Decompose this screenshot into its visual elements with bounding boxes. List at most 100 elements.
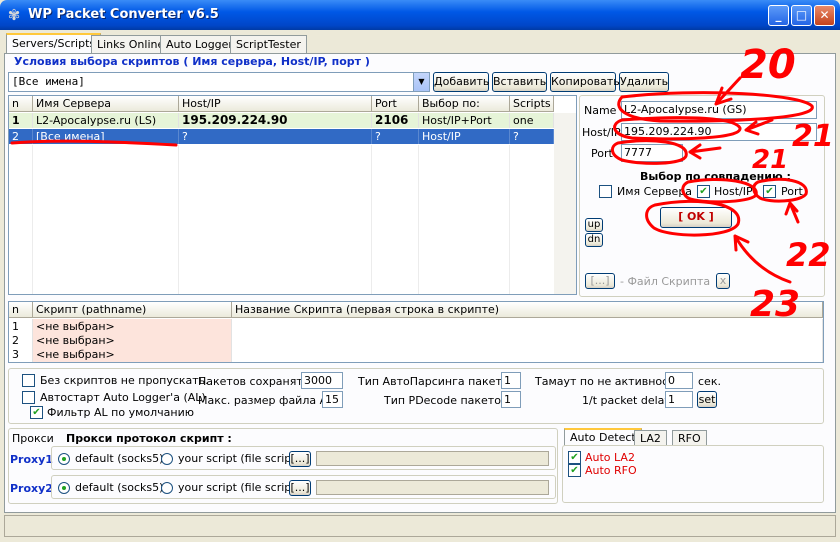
column-header-name[interactable]: Имя Сервера <box>33 96 179 112</box>
column-header-select[interactable]: Выбор по: <box>419 96 510 112</box>
cell-path: <не выбран> <box>33 347 232 362</box>
tab-auto-logger[interactable]: Auto Logger <box>160 35 239 53</box>
table-blank-area <box>554 113 576 294</box>
autoparse-field[interactable]: 1 <box>501 372 521 389</box>
table-row[interactable]: 1 L2-Apocalypse.ru (LS) 195.209.224.90 2… <box>9 113 576 128</box>
minimize-button[interactable]: _ <box>768 5 789 26</box>
ok-button[interactable]: [ OK ] <box>660 207 732 228</box>
set-delay-button[interactable]: set <box>697 391 717 408</box>
column-divider <box>509 145 510 294</box>
conditions-title: Условия выбора скриптов ( Имя сервера, H… <box>14 55 370 68</box>
column-header-host[interactable]: Host/IP <box>179 96 372 112</box>
timeout-unit: сек. <box>698 375 721 388</box>
tab-links-online[interactable]: Links Online <box>91 35 171 53</box>
autostart-logger-checkbox[interactable] <box>22 391 35 404</box>
chevron-down-icon[interactable]: ▼ <box>413 73 429 91</box>
cell-title <box>232 347 823 362</box>
proxy2-script-radio[interactable] <box>161 482 173 494</box>
script-file-browse-button[interactable]: [...] <box>585 273 615 289</box>
proxy1-default-label: default (socks5) <box>75 452 164 465</box>
autoparse-label: Тип АвтоПарсинга пакетов <box>358 375 516 388</box>
auto-la2-label: Auto LA2 <box>585 451 635 464</box>
proxy-protocol-title: Прокси протокол скрипт : <box>66 432 232 445</box>
cell-select: Host/IP+Port <box>419 113 510 128</box>
match-server-checkbox[interactable] <box>599 185 612 198</box>
proxy1-default-radio[interactable] <box>58 453 70 465</box>
column-header-port[interactable]: Port <box>372 96 419 112</box>
delay-field[interactable]: 1 <box>665 391 693 408</box>
cell-n: 2 <box>9 129 33 144</box>
proxy2-default-label: default (socks5) <box>75 481 164 494</box>
cell-select: Host/IP <box>419 129 510 144</box>
servers-table[interactable]: n Имя Сервера Host/IP Port Выбор по: Scr… <box>8 95 577 295</box>
match-port-checkbox[interactable]: ✔ <box>763 185 776 198</box>
proxy2-browse-button[interactable]: [...] <box>289 480 311 496</box>
column-header-scripts[interactable]: Scripts <box>510 96 554 112</box>
column-divider <box>32 145 33 294</box>
column-header-script-title[interactable]: Название Скрипта (первая строка в скрипт… <box>232 302 823 318</box>
table-row-selected[interactable]: 2 [Все имена] ? ? Host/IP ? <box>9 129 576 144</box>
port-field[interactable]: 7777 <box>621 144 683 162</box>
packets-save-field[interactable]: 3000 <box>301 372 343 389</box>
column-header-n[interactable]: n <box>9 96 33 112</box>
filter-al-checkbox[interactable]: ✔ <box>30 406 43 419</box>
proxy-tab[interactable]: Прокси <box>12 432 54 445</box>
title-bar: ✾ WP Packet Converter v6.5 _ □ ✕ <box>0 0 840 30</box>
auto-la2-checkbox[interactable]: ✔ <box>568 451 581 464</box>
server-name-combo[interactable]: [Все имена] <box>8 72 430 92</box>
column-header-n[interactable]: n <box>9 302 33 318</box>
pdecode-field[interactable]: 1 <box>501 391 521 408</box>
tab-servers-scripts[interactable]: Servers/Scripts <box>6 33 102 54</box>
tab-la2[interactable]: LA2 <box>634 430 667 446</box>
timeout-field[interactable]: 0 <box>665 372 693 389</box>
tab-auto-detect[interactable]: Auto Detect <box>564 428 642 446</box>
cell-scripts: one <box>510 113 554 128</box>
close-button[interactable]: ✕ <box>814 5 835 26</box>
add-button[interactable]: Добавить <box>433 72 489 92</box>
cell-n: 1 <box>9 319 33 334</box>
script-file-label: - Файл Скрипта <box>620 275 711 288</box>
copy-button[interactable]: Копировать <box>550 72 620 92</box>
script-file-clear-button[interactable]: x <box>716 273 730 289</box>
status-bar <box>4 515 836 537</box>
rose-icon: ✾ <box>7 6 21 24</box>
table-row[interactable]: 2 <не выбран> <box>9 333 823 348</box>
proxy1-browse-button[interactable]: [...] <box>289 451 311 467</box>
maximize-button[interactable]: □ <box>791 5 812 26</box>
no-scripts-checkbox[interactable] <box>22 374 35 387</box>
table-row[interactable]: 3 <не выбран> <box>9 347 823 362</box>
delete-button[interactable]: Удалить <box>619 72 669 92</box>
tab-rfo[interactable]: RFO <box>672 430 707 446</box>
insert-button[interactable]: Вставить <box>492 72 547 92</box>
cell-title <box>232 333 823 348</box>
column-divider <box>371 145 372 294</box>
auto-rfo-label: Auto RFO <box>585 464 637 477</box>
cell-host: ? <box>179 129 372 144</box>
table-row[interactable]: 1 <не выбран> <box>9 319 823 334</box>
port-label: Port <box>591 147 613 160</box>
match-title: Выбор по совпадению : <box>640 170 791 183</box>
autostart-logger-label: Автостарт Auto Logger'a (AL) <box>40 391 206 404</box>
cell-name: [Все имена] <box>33 129 179 144</box>
column-divider <box>178 145 179 294</box>
move-up-button[interactable]: up <box>585 218 603 232</box>
proxy1-script-radio[interactable] <box>161 453 173 465</box>
cell-n: 2 <box>9 333 33 348</box>
move-down-button[interactable]: dn <box>585 233 603 247</box>
host-field[interactable]: 195.209.224.90 <box>621 123 817 141</box>
proxy2-path-bar <box>316 480 549 495</box>
packets-save-label: Пакетов сохранять <box>198 375 310 388</box>
auto-rfo-checkbox[interactable]: ✔ <box>568 464 581 477</box>
cell-host: 195.209.224.90 <box>179 113 372 128</box>
max-file-field[interactable]: 15 <box>322 391 343 408</box>
combo-value: [Все имена] <box>12 75 85 88</box>
proxy1-script-label: your script (file script) <box>178 452 300 465</box>
match-host-checkbox[interactable]: ✔ <box>697 185 710 198</box>
tab-script-tester[interactable]: ScriptTester <box>230 35 307 53</box>
column-header-script-path[interactable]: Скрипт (pathname) <box>33 302 232 318</box>
name-field[interactable]: L2-Apocalypse.ru (GS) <box>621 101 817 119</box>
scripts-table[interactable]: n Скрипт (pathname) Название Скрипта (пе… <box>8 301 824 363</box>
match-port-label: Port <box>781 185 803 198</box>
column-divider <box>418 145 419 294</box>
proxy2-default-radio[interactable] <box>58 482 70 494</box>
